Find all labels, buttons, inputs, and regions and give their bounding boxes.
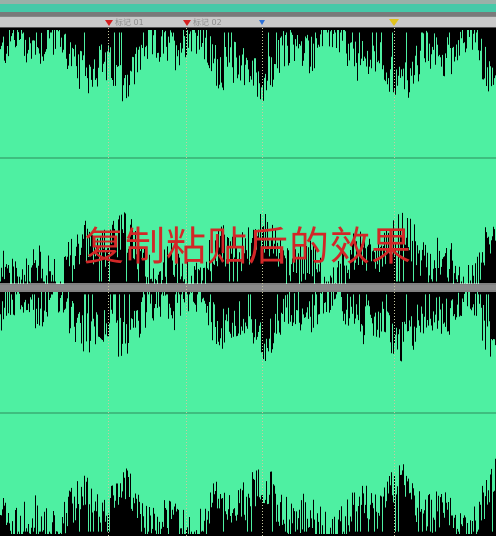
channel-1-waveform[interactable]	[0, 30, 496, 284]
audio-editor: 标记 01 标记 02 复制粘贴后的效果	[0, 0, 496, 536]
marker-flag-icon	[105, 19, 113, 26]
marker-blue-icon	[259, 20, 265, 25]
marker-label: 标记 02	[193, 17, 222, 27]
waveform-panel[interactable]: 复制粘贴后的效果	[0, 28, 496, 536]
waveform-trace	[0, 30, 496, 284]
separator-bar	[0, 285, 496, 290]
marker-blue[interactable]	[259, 17, 267, 28]
waveform-svg[interactable]	[0, 28, 496, 536]
overview-track[interactable]	[0, 4, 496, 12]
marker-ruler[interactable]: 标记 01 标记 02	[0, 16, 496, 28]
playhead-marker[interactable]	[389, 17, 401, 28]
overview-bar[interactable]	[0, 0, 496, 16]
playhead-triangle-icon	[389, 19, 399, 26]
marker-flag-icon	[183, 19, 191, 26]
marker-01[interactable]: 标记 01	[105, 17, 144, 28]
channel-separator	[0, 283, 496, 292]
marker-label: 标记 01	[115, 17, 144, 27]
marker-02[interactable]: 标记 02	[183, 17, 222, 28]
